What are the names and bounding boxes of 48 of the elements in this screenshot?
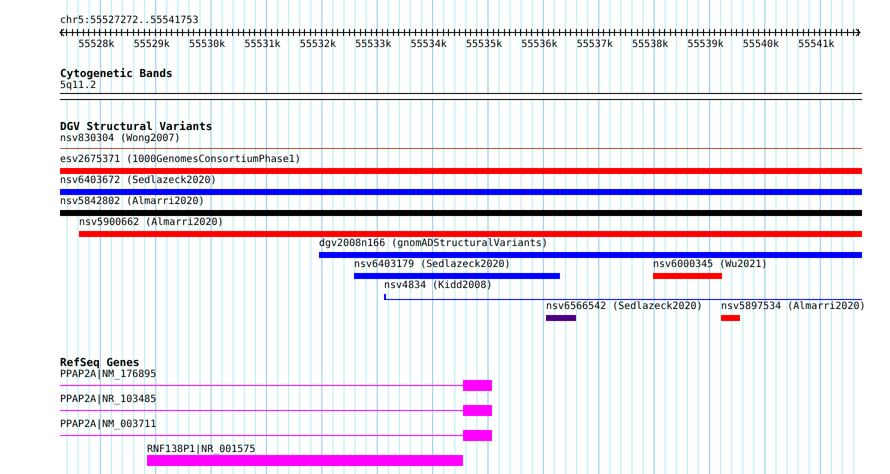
tick-label: 55534k bbox=[410, 39, 447, 49]
variant-label[interactable]: nsv5900662 (Almarri2020) bbox=[79, 217, 224, 229]
tick-label: 55531k bbox=[244, 39, 281, 49]
variant-label[interactable]: dgv2008n166 (gnomADStructuralVariants) bbox=[319, 238, 548, 250]
variant-label[interactable]: nsv5897534 (Almarri2020) bbox=[721, 301, 866, 313]
tick-label: 55528k bbox=[78, 39, 114, 49]
tick-label: 55540k bbox=[742, 39, 780, 49]
transcript-drawing[interactable] bbox=[60, 380, 492, 391]
variant-line[interactable] bbox=[384, 294, 862, 300]
tick-label: 55538k bbox=[632, 39, 668, 49]
track-title: RefSeq Genes bbox=[60, 357, 140, 369]
transcript-drawing[interactable] bbox=[60, 430, 492, 441]
gene-label[interactable]: PPAP2A|NR_103485 bbox=[60, 394, 156, 406]
tick-label: 55541k bbox=[798, 39, 834, 49]
tick-label: 55532k bbox=[300, 39, 336, 49]
gene-label[interactable]: PPAP2A|NM_176895 bbox=[60, 369, 156, 381]
gene-label[interactable]: RNF138P1|NR_001575 bbox=[147, 444, 256, 456]
variant-label[interactable]: nsv6000345 (Wu2021) bbox=[653, 259, 768, 271]
variant-bar[interactable] bbox=[60, 210, 862, 216]
tick-label: 55533k bbox=[355, 39, 392, 49]
variant-bar[interactable] bbox=[319, 252, 862, 258]
variant-label[interactable]: esv2675371 (1000GenomesConsortiumPhase1) bbox=[60, 154, 301, 166]
variant-bar[interactable] bbox=[79, 231, 862, 237]
tick-label: 55536k bbox=[521, 39, 558, 49]
location-label: chr5:55527272..55541753 bbox=[60, 15, 200, 27]
tick-label: 55529k bbox=[134, 39, 170, 49]
variant-label[interactable]: nsv6403672 (Sedlazeck2020) bbox=[60, 175, 217, 187]
variant-label[interactable]: nsv6566542 (Sedlazeck2020) bbox=[546, 301, 703, 313]
variant-label[interactable]: nsv6403179 (Sedlazeck2020) bbox=[354, 259, 511, 271]
transcript-drawing[interactable] bbox=[60, 405, 492, 416]
gene-label[interactable]: PPAP2A|NM_003711 bbox=[60, 419, 156, 431]
tick-label: 55530k bbox=[189, 39, 226, 49]
tick-label: 55535k bbox=[466, 39, 502, 49]
band-label: 5q11.2 bbox=[60, 80, 98, 92]
track-title: Cytogenetic Bands bbox=[60, 68, 174, 80]
variant-label[interactable]: nsv830304 (Wong2007) bbox=[60, 133, 180, 145]
variant-bar[interactable] bbox=[60, 168, 862, 174]
variant-bar[interactable] bbox=[721, 315, 740, 321]
track-title: DGV Structural Variants bbox=[60, 121, 214, 133]
gene-block[interactable] bbox=[147, 455, 463, 466]
variant-label[interactable]: nsv4834 (Kidd2008) bbox=[384, 280, 492, 292]
variant-bar[interactable] bbox=[653, 273, 722, 279]
tick-label: 55537k bbox=[576, 39, 613, 49]
variant-bar[interactable] bbox=[354, 273, 560, 279]
tick-label: 55539k bbox=[688, 39, 724, 49]
variant-label[interactable]: nsv5842802 (Almarri2020) bbox=[60, 196, 204, 208]
variant-bar[interactable] bbox=[60, 189, 862, 195]
variant-bar[interactable] bbox=[546, 315, 576, 321]
